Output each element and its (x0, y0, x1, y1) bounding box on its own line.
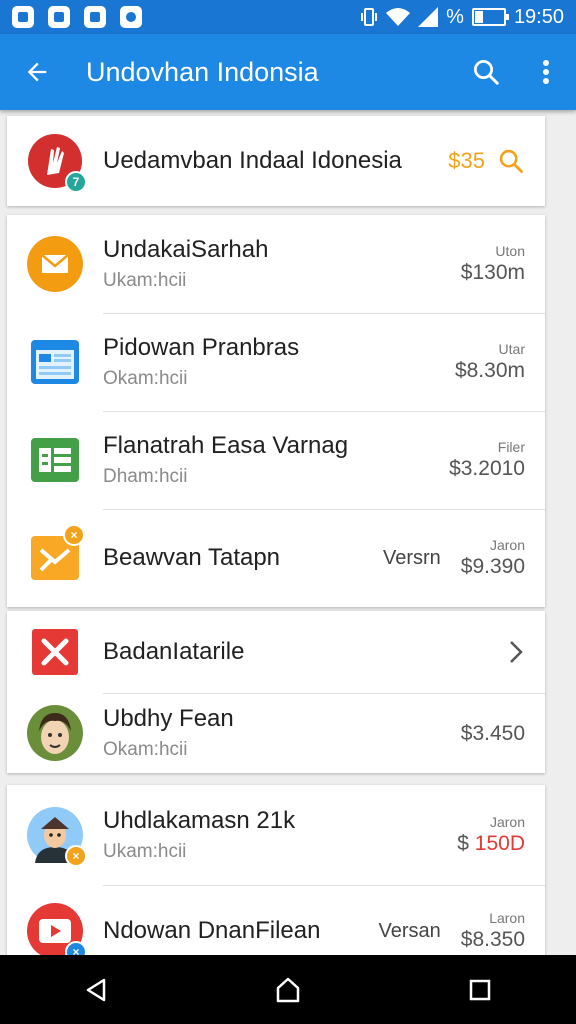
back-triangle-icon (86, 978, 106, 1001)
wifi-icon (386, 8, 411, 26)
spreadsheet-icon (27, 432, 83, 488)
notification-icon (12, 6, 34, 28)
list-item[interactable]: Flanatrah Easa Varnag Dham:hcii Filer $3… (7, 411, 545, 509)
signal-icon (418, 7, 439, 27)
list-item[interactable]: × Uhdlakamasn 21k Ukam:hcii Jaron $ 150D (7, 785, 545, 885)
item-title: Pidowan Pranbras (103, 334, 300, 361)
home-icon (276, 977, 300, 1002)
item-subtitle: Dham:hcii (103, 466, 188, 487)
item-price: $3.2010 (449, 457, 525, 480)
search-button[interactable] (456, 34, 516, 110)
item-subtitle: Okam:hcii (103, 368, 188, 389)
clock: 19:50 (513, 5, 564, 28)
notification-icon (48, 6, 70, 28)
item-price: $130m (460, 261, 525, 284)
list-item[interactable]: BadanIatarile (7, 611, 545, 693)
item-price: $3.450 (460, 722, 525, 745)
header-title: Uedamvban Indaal Idonesia (103, 147, 402, 174)
chevron-right-icon[interactable] (507, 639, 525, 665)
list-item[interactable]: Pidowan Pranbras Okam:hcii Utar $8.30m (7, 313, 545, 411)
battery-icon (471, 8, 509, 26)
badge-icon: × (65, 845, 87, 867)
system-nav-bar (0, 955, 576, 1024)
search-icon (474, 60, 499, 85)
video-play-icon: × (27, 903, 87, 963)
more-vert-icon (543, 60, 549, 84)
notification-icon (84, 6, 106, 28)
list-item[interactable]: UndakaiSarhah Ukam:hcii Uton $130m (7, 215, 545, 313)
item-title: UndakaiSarhah (103, 236, 269, 263)
item-title: Beawvan Tatapn (103, 544, 281, 571)
item-title: Uhdlakamasn 21k (103, 807, 296, 834)
more-options-button[interactable] (516, 34, 576, 110)
list-card: UndakaiSarhah Ukam:hcii Uton $130m Pidow… (7, 215, 545, 607)
item-version: Versrn (382, 546, 441, 569)
badge-icon: 7 (65, 171, 87, 193)
app-logo-icon: 7 (27, 133, 87, 193)
status-bar: % 19:50 (0, 0, 576, 34)
nav-home-button[interactable] (248, 955, 328, 1024)
item-price: $9.390 (460, 555, 525, 578)
battery-percent: % (446, 5, 464, 28)
header-price: $35 (448, 148, 485, 173)
item-label: Uton (495, 243, 525, 259)
item-price: $ 150D (457, 832, 525, 856)
search-icon[interactable] (497, 147, 525, 175)
list-card: × Uhdlakamasn 21k Ukam:hcii Jaron $ 150D… (7, 785, 545, 977)
item-label: Filer (497, 439, 525, 455)
close-icon (27, 624, 83, 680)
media-icon: × (27, 524, 85, 586)
item-title: Ndowan DnanFilean (103, 917, 321, 944)
header-card[interactable]: 7 Uedamvban Indaal Idonesia $35 (7, 116, 545, 206)
recents-icon (469, 979, 491, 1000)
avatar (27, 705, 83, 761)
item-version: Versan (378, 919, 441, 942)
browser-window-icon (27, 334, 83, 390)
list-item[interactable]: Ubdhy Fean Okam:hcii $3.450 (7, 693, 545, 773)
item-label: Laron (489, 910, 525, 926)
item-subtitle: Okam:hcii (103, 739, 188, 760)
item-subtitle: Ukam:hcii (103, 270, 187, 291)
item-label: Jaron (489, 537, 525, 553)
price-value: 150D (474, 832, 525, 855)
item-label: Jaron (489, 814, 525, 830)
nav-back-button[interactable] (56, 955, 136, 1024)
price-currency: $ (457, 832, 469, 855)
vibrate-icon (361, 8, 378, 26)
item-title: Ubdhy Fean (103, 705, 234, 732)
page-title: Undovhan Indonsia (86, 56, 319, 87)
back-button[interactable] (0, 34, 74, 110)
item-subtitle: Ukam:hcii (103, 841, 187, 862)
list-card: BadanIatarile Ubdhy Fean Okam:hcii $3.45… (7, 611, 545, 773)
badge-icon: × (63, 524, 85, 546)
item-label: Utar (498, 341, 525, 357)
item-price: $8.30m (454, 359, 525, 382)
nav-recents-button[interactable] (440, 955, 520, 1024)
avatar: × (27, 807, 87, 867)
mail-icon (27, 236, 83, 292)
list-item[interactable]: × Beawvan Tatapn Versrn Jaron $9.390 (7, 509, 545, 607)
item-price: $8.350 (460, 928, 525, 951)
app-bar: Undovhan Indonsia (0, 34, 576, 110)
item-title: Flanatrah Easa Varnag (103, 432, 349, 459)
back-arrow-icon (27, 62, 47, 82)
notification-icon (120, 6, 142, 28)
item-title: BadanIatarile (103, 638, 245, 665)
